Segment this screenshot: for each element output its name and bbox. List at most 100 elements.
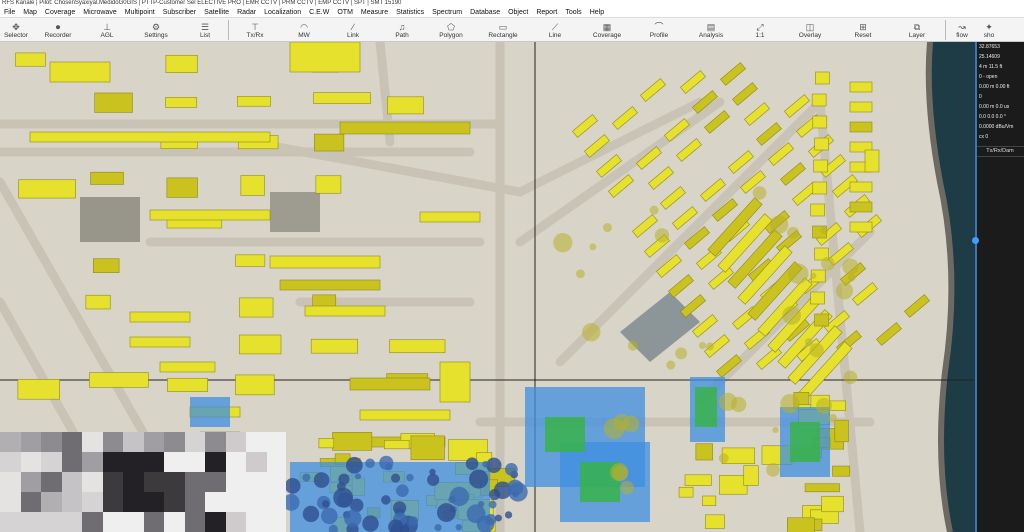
menu-radar[interactable]: Radar xyxy=(233,9,260,16)
toolbar-list-button[interactable]: ☰ List xyxy=(182,18,228,42)
webcam-pixel xyxy=(41,432,62,452)
building xyxy=(849,221,873,233)
toolbar-label: Selector xyxy=(4,31,28,39)
toolbar-label: Settings xyxy=(144,31,168,39)
menu-file[interactable]: File xyxy=(0,9,19,16)
readout-value: cx 0 xyxy=(979,134,989,140)
toolbar-layer-button[interactable]: ⧉ Layer xyxy=(889,18,945,42)
toolbar-label: AGL xyxy=(100,31,114,39)
menu-help[interactable]: Help xyxy=(586,9,608,16)
terrain-vegetation xyxy=(654,228,670,243)
toolbar-mw-button[interactable]: ◠ MW xyxy=(281,18,327,42)
building xyxy=(814,137,829,151)
building xyxy=(90,171,124,185)
menu-multipoint[interactable]: Multipoint xyxy=(121,9,159,16)
toolbar-label: flow xyxy=(956,31,968,39)
toolbar-1-1-button[interactable]: ⤢ 1:1 xyxy=(737,18,783,42)
panel-splitter[interactable] xyxy=(975,42,977,532)
toolbar-flow-button[interactable]: ↝ flow xyxy=(946,18,978,42)
building xyxy=(235,254,266,267)
menu-localization[interactable]: Localization xyxy=(260,9,305,16)
menu-satellite[interactable]: Satellite xyxy=(200,9,233,16)
building xyxy=(94,92,133,113)
toolbar-label: 1:1 xyxy=(755,31,765,39)
terrain-vegetation xyxy=(847,273,856,282)
webcam-pixel xyxy=(164,452,185,472)
menu-coverage[interactable]: Coverage xyxy=(41,9,79,16)
toolbar-settings-button[interactable]: ⚙ Settings xyxy=(130,18,182,42)
toolbar-overlay-button[interactable]: ◫ Overlay xyxy=(783,18,837,42)
toolbar-label: Path xyxy=(395,31,409,39)
toolbar-analysis-button[interactable]: ▤ Analysis xyxy=(685,18,737,42)
webcam-pixel xyxy=(123,452,144,472)
toolbar-path-button[interactable]: ♫ Path xyxy=(379,18,425,42)
webcam-pixel xyxy=(123,472,144,492)
signal-coverage-blue xyxy=(362,515,379,532)
toolbar-agl-button[interactable]: ⊥ AGL xyxy=(84,18,130,42)
menu-database[interactable]: Database xyxy=(466,9,504,16)
building xyxy=(239,297,274,318)
webcam-pixel xyxy=(246,512,267,532)
splitter-handle-icon[interactable] xyxy=(972,237,979,244)
building xyxy=(304,305,386,317)
readout-value: 0.0 0.0 0.0 ° xyxy=(979,114,1007,120)
building xyxy=(832,465,851,477)
menu-map[interactable]: Map xyxy=(19,9,41,16)
terrain-vegetation xyxy=(769,215,789,234)
signal-coverage-blue xyxy=(354,473,362,480)
webcam-pixel xyxy=(41,472,62,492)
toolbar-link-button[interactable]: ∕ Link xyxy=(327,18,379,42)
microwave-icon: ◠ xyxy=(300,21,308,32)
terrain-vegetation xyxy=(627,340,639,351)
signal-coverage-blue xyxy=(313,472,330,488)
webcam-pixel xyxy=(143,472,165,492)
webcam-pixel xyxy=(41,452,62,472)
building xyxy=(695,443,713,461)
list-icon: ☰ xyxy=(200,21,210,32)
webcam-pixel xyxy=(61,432,83,452)
coverage-icon: ▦ xyxy=(602,21,612,32)
toolbar-label: Recorder xyxy=(44,31,72,39)
menu-spectrum[interactable]: Spectrum xyxy=(428,9,466,16)
building xyxy=(419,211,481,223)
parking-lot xyxy=(80,197,140,242)
toolbar-line-button[interactable]: ⟋ Line xyxy=(529,18,581,42)
layer-icon: ⧉ xyxy=(913,21,921,32)
menu-otm[interactable]: OTM xyxy=(333,9,357,16)
building xyxy=(684,474,712,486)
webcam-pixel xyxy=(0,432,21,452)
window-title: RFS Kanale | Pilot: ChosenSyaxiyal.Medid… xyxy=(0,0,1024,7)
toolbar-label: List xyxy=(199,31,211,39)
menu-statistics[interactable]: Statistics xyxy=(392,9,428,16)
menu-microwave[interactable]: Microwave xyxy=(79,9,120,16)
menu-subscriber[interactable]: Subscriber xyxy=(159,9,200,16)
webcam-pixel xyxy=(205,492,226,512)
toolbar-profile-button[interactable]: ⌒ Profile xyxy=(633,18,685,42)
menu-c-e-w[interactable]: C.E.W xyxy=(305,9,333,16)
menu-report[interactable]: Report xyxy=(532,9,561,16)
webcam-pixel xyxy=(225,452,247,472)
main-toolbar: ✥ Selector ⏺ Recorder ⊥ AGL ⚙ Settings ☰ List ⊤ Tx/… xyxy=(0,18,1024,42)
signal-coverage-blue xyxy=(344,509,362,528)
toolbar-coverage-button[interactable]: ▦ Coverage xyxy=(581,18,633,42)
toolbar-polygon-button[interactable]: ⬠ Polygon xyxy=(425,18,477,42)
signal-coverage-blue xyxy=(345,456,363,474)
toolbar-recorder-button[interactable]: ⏺ Recorder xyxy=(32,18,84,42)
toolbar-reset-button[interactable]: ⊞ Reset xyxy=(837,18,889,42)
webcam-pixel xyxy=(0,492,21,512)
webcam-pixel xyxy=(41,512,62,532)
toolbar-label: MW xyxy=(298,31,310,39)
terrain-vegetation xyxy=(602,223,612,233)
menu-object[interactable]: Object xyxy=(504,9,532,16)
readout-value: 0.00 m 0.0 us xyxy=(979,104,1010,110)
toolbar-sho-button[interactable]: ✦ sho xyxy=(978,18,1000,42)
reset-icon: ⊞ xyxy=(859,21,867,32)
terrain-vegetation xyxy=(553,233,573,253)
signal-coverage-blue xyxy=(408,516,419,526)
toolbar-rectangle-button[interactable]: ▭ Rectangle xyxy=(477,18,529,42)
menu-tools[interactable]: Tools xyxy=(561,9,585,16)
building xyxy=(235,374,275,396)
toolbar-tx-rx-button[interactable]: ⊤ Tx/Rx xyxy=(229,18,281,42)
toolbar-selector-button[interactable]: ✥ Selector xyxy=(0,18,32,42)
menu-measure[interactable]: Measure xyxy=(357,9,392,16)
